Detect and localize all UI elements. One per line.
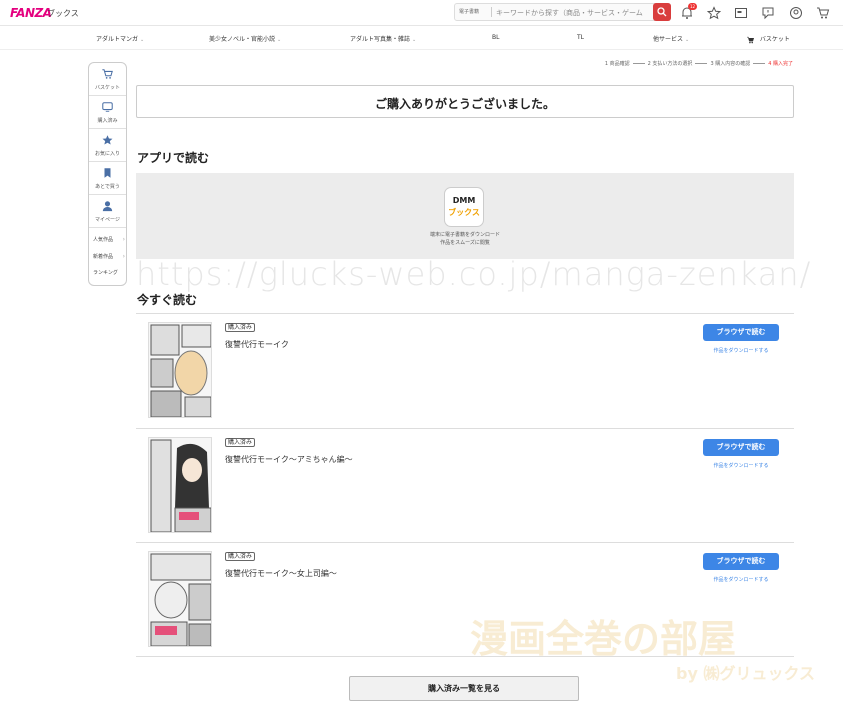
logo-sub[interactable]: ブックス (47, 8, 79, 19)
chevron-down-icon: ⌄ (412, 37, 417, 43)
cart-icon[interactable] (816, 6, 830, 20)
app-description: 端末に電子書籍をダウンロード 作品をスムーズに閲覧 (429, 232, 500, 246)
step-2: 2 支払い方法の選択 (647, 61, 693, 67)
nav-bl[interactable]: BL (492, 34, 499, 41)
book-row: 購入済み 復讐代行モーイク〜アミちゃん編〜 ブラウザで読む 作品をダウンロードす… (136, 429, 794, 543)
search-box[interactable]: 電子書籍 キーワードから探す（商品・サービス・ゲーム (454, 3, 671, 21)
sidebar-item-purchased[interactable]: 購入済み (89, 96, 126, 129)
sidebar-item-basket[interactable]: バスケット (89, 63, 126, 96)
nav-novel[interactable]: 美少女ノベル・官能小説 ⌄ (209, 34, 281, 43)
book-icon (102, 102, 113, 112)
basket-icon (102, 69, 113, 79)
step-4: 4 購入完了 (768, 61, 793, 67)
download-link[interactable]: 作品をダウンロードする (703, 576, 779, 583)
search-button[interactable] (653, 3, 671, 21)
purchased-badge: 購入済み (225, 438, 256, 447)
nav-other-services[interactable]: 他サービス ⌄ (653, 34, 689, 43)
sidebar: バスケット 購入済み お気に入り あとで買う マイページ 人気作品 › 新着作品 ›… (88, 62, 127, 286)
purchased-badge: 購入済み (225, 552, 256, 561)
fanza-logo[interactable]: FANZA (10, 6, 52, 20)
search-divider (491, 7, 492, 17)
step-3: 3 購入内容の確認 (710, 61, 751, 67)
sidebar-link-ranking[interactable]: ランキング (93, 269, 123, 276)
cart-icon (747, 36, 755, 43)
book-title[interactable]: 復讐代行モーイク〜女上司編〜 (225, 568, 337, 579)
download-link[interactable]: 作品をダウンロードする (703, 347, 779, 354)
sidebar-item-buy-later[interactable]: あとで買う (89, 162, 126, 195)
purchased-badge: 購入済み (225, 323, 256, 332)
read-in-browser-button[interactable]: ブラウザで読む (703, 553, 779, 570)
book-cover[interactable] (148, 437, 212, 533)
chevron-down-icon: ⌄ (277, 37, 282, 43)
chevron-right-icon: › (122, 236, 125, 243)
bookmark-icon (104, 168, 111, 178)
header: FANZA ブックス 電子書籍 キーワードから探す（商品・サービス・ゲーム 12 (0, 0, 843, 26)
dmm-books-app-icon[interactable]: DMM ブックス (444, 187, 484, 227)
nav-tl[interactable]: TL (577, 34, 584, 41)
category-nav: アダルトマンガ ⌄ 美少女ノベル・官能小説 ⌄ アダルト写真集・雑誌 ⌄ BL TL … (0, 27, 843, 50)
search-input[interactable]: キーワードから探す（商品・サービス・ゲーム (496, 8, 651, 18)
thanks-box: ご購入ありがとうございました。 (136, 85, 794, 118)
brand-watermark-main: 漫画全巻の部屋 (470, 617, 737, 661)
brand-watermark-sub: by ㈱グリュックス (676, 664, 815, 683)
app-section-title: アプリで読む (137, 151, 210, 165)
read-now-title: 今すぐ読む (137, 293, 198, 307)
cover-art (149, 552, 211, 646)
star-icon (102, 135, 113, 145)
url-watermark: https://glucks-web.co.jp/manga-zenkan/ (136, 255, 812, 293)
read-in-browser-button[interactable]: ブラウザで読む (703, 439, 779, 456)
sidebar-link-popular[interactable]: 人気作品 › (93, 236, 125, 243)
chat-icon[interactable] (761, 6, 775, 20)
search-category[interactable]: 電子書籍 (459, 8, 479, 15)
chevron-down-icon: ⌄ (685, 37, 690, 43)
account-icon[interactable] (789, 6, 803, 20)
user-icon (102, 201, 113, 212)
app-panel: DMM ブックス 端末に電子書籍をダウンロード 作品をスムーズに閲覧 (136, 173, 794, 259)
star-icon[interactable] (707, 6, 721, 20)
book-title[interactable]: 復讐代行モーイク〜アミちゃん編〜 (225, 454, 353, 465)
view-purchased-list-button[interactable]: 購入済み一覧を見る (349, 676, 579, 701)
checkout-steps: 1 商品確認 2 支払い方法の選択 3 購入内容の確認 4 購入完了 (605, 60, 793, 67)
sidebar-item-mypage[interactable]: マイページ (89, 195, 126, 228)
nav-basket[interactable]: バスケット (746, 34, 790, 44)
chevron-down-icon: ⌄ (140, 37, 145, 43)
book-cover[interactable] (148, 551, 212, 647)
sidebar-item-favorites[interactable]: お気に入り (89, 129, 126, 162)
book-title[interactable]: 復讐代行モーイク (225, 339, 289, 350)
nav-photo[interactable]: アダルト写真集・雑誌 ⌄ (350, 34, 416, 43)
download-link[interactable]: 作品をダウンロードする (703, 462, 779, 469)
book-row: 購入済み 復讐代行モーイク ブラウザで読む 作品をダウンロードする (136, 314, 794, 428)
cover-art (149, 438, 211, 532)
book-cover[interactable] (148, 322, 212, 418)
point-card-icon[interactable] (734, 6, 748, 20)
cover-art (149, 323, 211, 417)
step-1: 1 商品確認 (604, 61, 630, 67)
notification-badge: 12 (688, 3, 697, 10)
sidebar-link-new[interactable]: 新着作品 › (93, 253, 125, 260)
nav-adult-manga[interactable]: アダルトマンガ ⌄ (96, 34, 144, 43)
read-in-browser-button[interactable]: ブラウザで読む (703, 324, 779, 341)
search-icon (657, 7, 667, 17)
chevron-right-icon: › (122, 253, 125, 260)
thanks-message: ご購入ありがとうございました。 (374, 97, 555, 111)
